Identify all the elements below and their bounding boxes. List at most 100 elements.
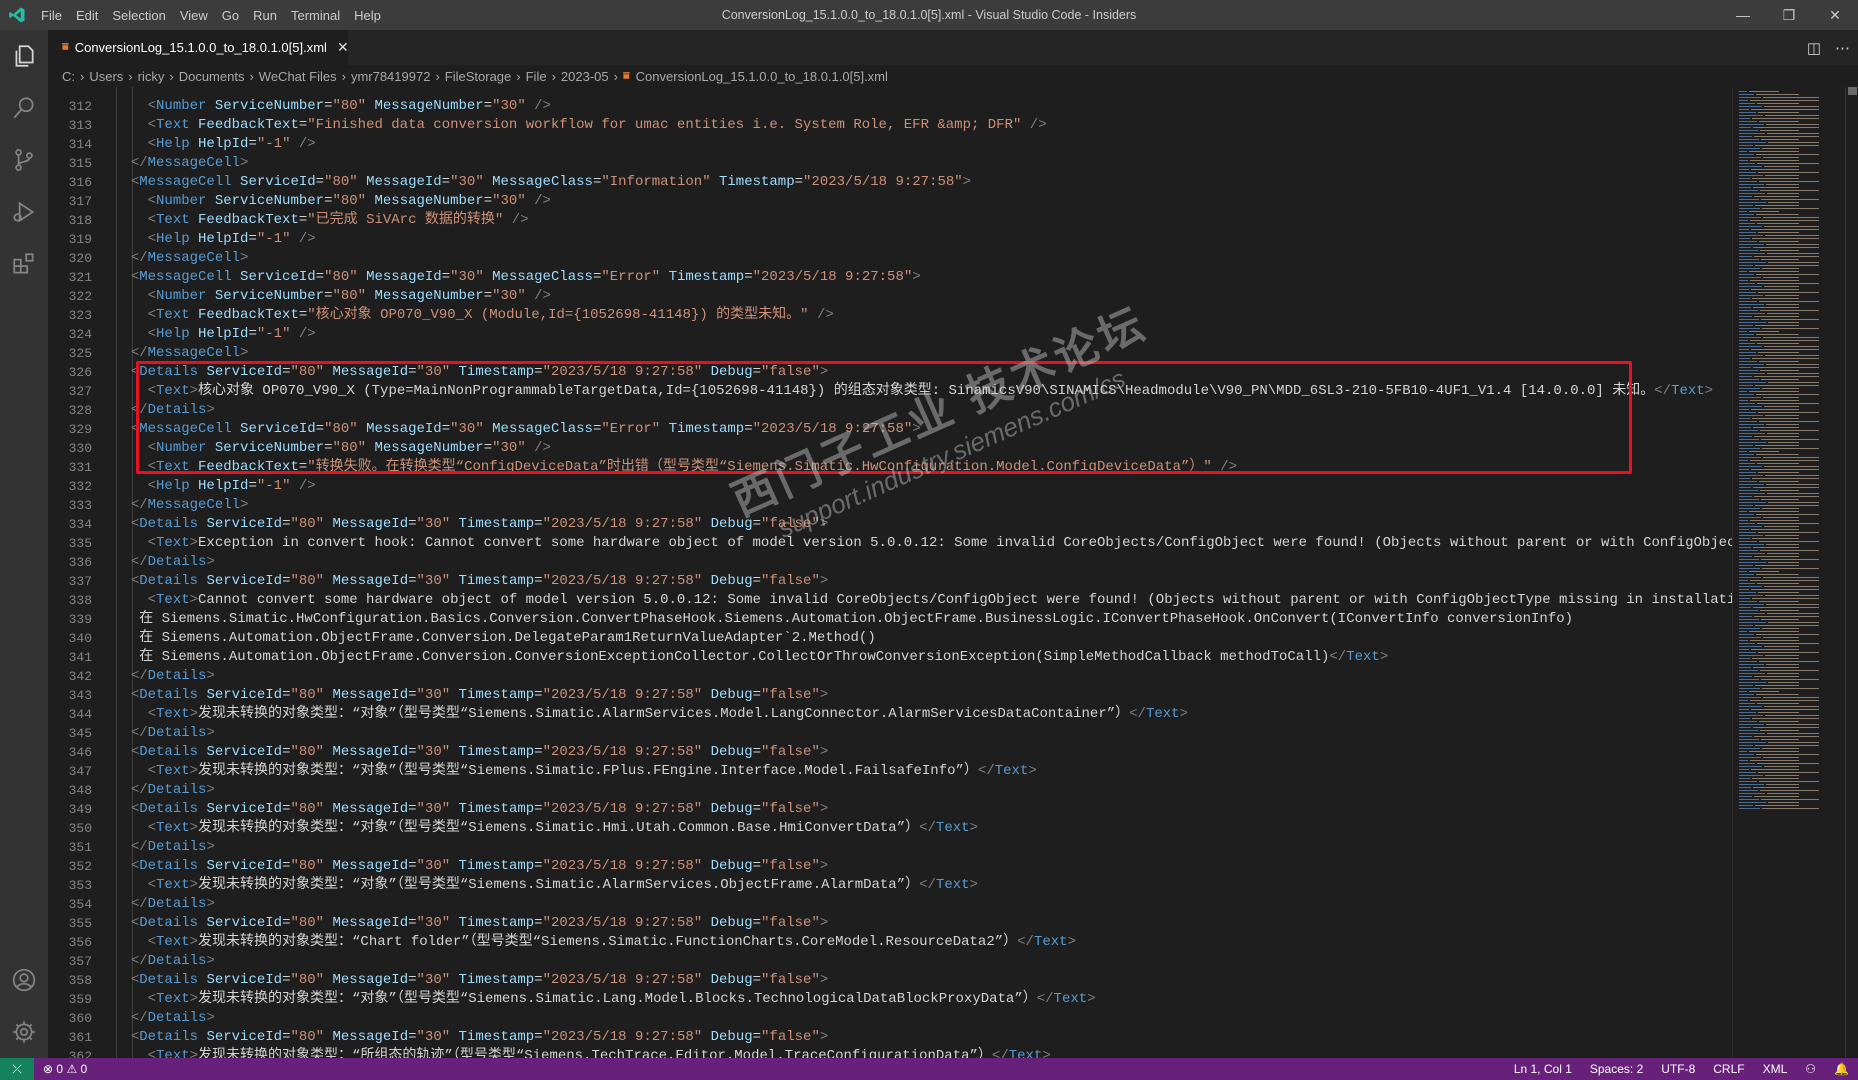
text-content: Exception in convert hook: Cannot conver… xyxy=(198,535,1732,551)
code-line[interactable]: </Details> xyxy=(114,895,215,914)
code-line[interactable]: <Help HelpId="-1" /> xyxy=(114,230,316,249)
scrollbar-thumb[interactable] xyxy=(1848,87,1857,95)
code-line[interactable]: <Text>发现未转换的对象类型：“所组态的轨迹”（型号类型“Siemens.T… xyxy=(114,1047,1051,1058)
code-line[interactable]: 在 Siemens.Automation.ObjectFrame.Convers… xyxy=(114,648,1388,667)
end-of-line[interactable]: CRLF xyxy=(1704,1062,1753,1076)
close-tab-icon[interactable]: ✕ xyxy=(337,39,349,56)
code-line[interactable]: <Details ServiceId="80" MessageId="30" T… xyxy=(114,914,828,933)
attribute-name: MessageId xyxy=(332,1029,409,1045)
attribute-name: MessageId xyxy=(332,573,409,589)
code-line[interactable]: <Number ServiceNumber = "80" MessageNumber… xyxy=(114,287,551,306)
cursor-position[interactable]: Ln 1, Col 1 xyxy=(1505,1062,1581,1076)
text-content: = xyxy=(408,972,417,988)
encoding[interactable]: UTF-8 xyxy=(1652,1062,1704,1076)
restore-icon[interactable]: ❐ xyxy=(1766,0,1812,30)
minimap-line xyxy=(1739,598,1750,599)
run-debug-button[interactable] xyxy=(0,186,48,238)
code-line[interactable]: <Text>发现未转换的对象类型：“对象”（型号类型“Siemens.Simat… xyxy=(114,819,978,838)
code-line[interactable]: </Details> xyxy=(114,838,215,857)
source-control-button[interactable] xyxy=(0,134,48,186)
code-line[interactable]: <MessageCell ServiceId="80" MessageId="3… xyxy=(114,173,971,192)
menu-view[interactable]: View xyxy=(173,8,215,23)
code-line[interactable]: <Details ServiceId="80" MessageId="30" T… xyxy=(114,686,828,705)
text-content: = xyxy=(534,801,543,817)
code-line[interactable]: <Text>Exception in convert hook: Cannot … xyxy=(114,534,1732,553)
code-line[interactable]: <Help HelpId="-1" /> xyxy=(114,477,316,496)
breadcrumb-item[interactable]: 2023-05 xyxy=(561,69,609,84)
code-line[interactable]: 在 Siemens.Simatic.HwConfiguration.Basics… xyxy=(114,610,1573,629)
code-line[interactable]: <Text>发现未转换的对象类型：“对象”（型号类型“Siemens.Simat… xyxy=(114,876,978,895)
menu-run[interactable]: Run xyxy=(246,8,284,23)
code-line[interactable]: <Number ServiceNumber = "80" MessageNumber… xyxy=(114,192,551,211)
menu-go[interactable]: Go xyxy=(215,8,246,23)
indentation[interactable]: Spaces: 2 xyxy=(1581,1062,1652,1076)
attribute-name: MessageId xyxy=(366,269,442,285)
code-line[interactable]: <Text FeedbackText="Finished data conver… xyxy=(114,116,1047,135)
vertical-scrollbar[interactable] xyxy=(1845,87,1858,1058)
code-line[interactable]: <Details ServiceId="80" MessageId="30" T… xyxy=(114,971,828,990)
breadcrumb-item[interactable]: ricky xyxy=(138,69,165,84)
feedback-icon[interactable]: ⚇ xyxy=(1796,1062,1825,1076)
code-line[interactable]: <Text>发现未转换的对象类型：“对象”（型号类型“Siemens.Simat… xyxy=(114,762,1037,781)
code-line[interactable]: <Text>Cannot convert some hardware objec… xyxy=(114,591,1732,610)
code-line[interactable]: </Details> xyxy=(114,724,215,743)
accounts-button[interactable] xyxy=(0,954,48,1006)
breadcrumb-item[interactable]: ymr78419972 xyxy=(351,69,431,84)
code-line[interactable]: <Text FeedbackText="已完成 SiVArc 数据的转换" /> xyxy=(114,211,529,230)
split-editor-icon[interactable]: ◫ xyxy=(1807,39,1821,57)
menu-help[interactable]: Help xyxy=(347,8,388,23)
menu-edit[interactable]: Edit xyxy=(69,8,105,23)
attribute-name: MessageId xyxy=(332,516,409,532)
minimap-line xyxy=(1739,757,1761,758)
code-line[interactable]: <Text FeedbackText="核心对象 OP070_V90_X (Mo… xyxy=(114,306,834,325)
code-line[interactable]: <Details ServiceId="80" MessageId="30" T… xyxy=(114,1028,828,1047)
code-line[interactable]: </MessageCell> xyxy=(114,154,249,173)
punctuation: > xyxy=(912,269,921,285)
code-line[interactable]: <Help HelpId="-1" /> xyxy=(114,135,316,154)
code-line[interactable]: <Text>发现未转换的对象类型：“对象”（型号类型“Siemens.Simat… xyxy=(114,990,1096,1009)
minimize-icon[interactable]: — xyxy=(1720,0,1766,30)
menu-selection[interactable]: Selection xyxy=(105,8,172,23)
code-line[interactable]: <Text>发现未转换的对象类型：“对象”（型号类型“Siemens.Simat… xyxy=(114,705,1188,724)
breadcrumb-item[interactable]: FileStorage xyxy=(445,69,511,84)
code-line[interactable]: <Details ServiceId="80" MessageId="30" T… xyxy=(114,572,828,591)
minimap[interactable] xyxy=(1732,87,1845,1058)
more-actions-icon[interactable]: ⋯ xyxy=(1835,39,1850,57)
code-line[interactable]: <Details ServiceId="80" MessageId="30" T… xyxy=(114,800,828,819)
code-line[interactable]: </Details> xyxy=(114,952,215,971)
close-window-icon[interactable]: ✕ xyxy=(1812,0,1858,30)
code-line[interactable]: <Number ServiceNumber = "80" MessageNumber… xyxy=(114,97,551,116)
code-line[interactable]: <Details ServiceId="80" MessageId="30" T… xyxy=(114,857,828,876)
code-line[interactable]: </Details> xyxy=(114,667,215,686)
explorer-button[interactable] xyxy=(0,30,48,82)
tab-conversionlog[interactable]: ⩸ ConversionLog_15.1.0.0_to_18.0.1.0[5].… xyxy=(48,30,349,65)
code-line[interactable]: </Details> xyxy=(114,1009,215,1028)
breadcrumb-item[interactable]: WeChat Files xyxy=(259,69,337,84)
breadcrumb-item[interactable]: Documents xyxy=(179,69,245,84)
breadcrumb-item[interactable]: Users xyxy=(89,69,123,84)
code-line[interactable]: </MessageCell> xyxy=(114,249,249,268)
code-line[interactable]: 在 Siemens.Automation.ObjectFrame.Convers… xyxy=(114,629,876,648)
code-line[interactable]: <Text>发现未转换的对象类型：“Chart folder”（型号类型“Sie… xyxy=(114,933,1076,952)
problems-indicator[interactable]: ⊗ 0 ⚠ 0 xyxy=(34,1062,96,1076)
code-line[interactable]: </Details> xyxy=(114,781,215,800)
code-editor[interactable]: 312 <Number ServiceNumber="80" MessageNu… xyxy=(48,87,1732,1058)
extensions-button[interactable] xyxy=(0,238,48,290)
menu-file[interactable]: File xyxy=(34,8,69,23)
code-line[interactable]: </Details> xyxy=(114,553,215,572)
breadcrumb-item[interactable]: ConversionLog_15.1.0.0_to_18.0.1.0[5].xm… xyxy=(636,69,888,84)
code-line[interactable]: <Help HelpId="-1" /> xyxy=(114,325,316,344)
code-line[interactable]: </MessageCell> xyxy=(114,496,249,515)
notifications-bell-icon[interactable]: 🔔 xyxy=(1825,1062,1858,1076)
manage-button[interactable] xyxy=(0,1006,48,1058)
search-button[interactable] xyxy=(0,82,48,134)
code-line[interactable]: <Details ServiceId="80" MessageId="30" T… xyxy=(114,515,828,534)
remote-indicator[interactable]: ⤫ xyxy=(0,1058,34,1080)
code-line[interactable]: <MessageCell ServiceId="80" MessageId="3… xyxy=(114,268,921,287)
breadcrumb-item[interactable]: File xyxy=(526,69,547,84)
language-mode[interactable]: XML xyxy=(1754,1062,1797,1076)
minimap-line xyxy=(1749,691,1779,692)
menu-terminal[interactable]: Terminal xyxy=(284,8,347,23)
code-line[interactable]: <Details ServiceId="80" MessageId="30" T… xyxy=(114,743,828,762)
breadcrumb-item[interactable]: C: xyxy=(62,69,75,84)
